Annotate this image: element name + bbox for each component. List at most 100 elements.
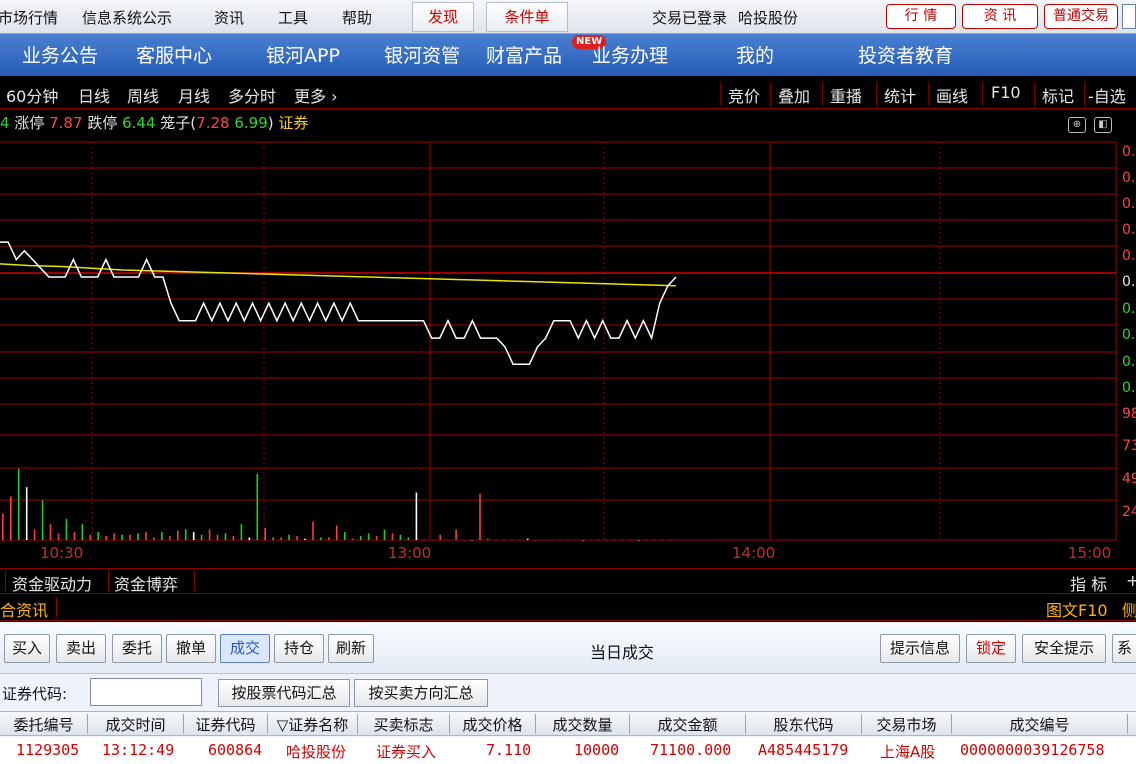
nav-wealth-products[interactable]: 财富产品	[486, 41, 562, 68]
tool-replay[interactable]: 重播	[830, 83, 862, 107]
tab-add[interactable]: +	[1126, 571, 1136, 590]
tool-mark[interactable]: 标记	[1042, 83, 1074, 107]
price-axis-label: 0.	[1122, 380, 1135, 396]
nav-business[interactable]: 业务办理	[592, 41, 668, 68]
volume-bar	[359, 536, 362, 540]
group-by-side-button[interactable]: 按买卖方向汇总	[354, 679, 488, 707]
nav-asset-mgmt[interactable]: 银河资管	[384, 41, 460, 68]
menu-news[interactable]: 资讯	[214, 7, 244, 28]
menu-help[interactable]: 帮助	[342, 7, 372, 28]
column-header[interactable]: 交易市场	[862, 714, 952, 734]
refresh-button[interactable]: 刷新	[328, 634, 374, 663]
volume-bar	[598, 540, 601, 541]
order-button[interactable]: 委托	[112, 634, 162, 663]
nav-mine[interactable]: 我的	[736, 41, 774, 68]
column-header[interactable]: 股东代码	[746, 714, 862, 734]
overflow-chip[interactable]	[1122, 4, 1136, 29]
cancel-order-button[interactable]: 撤单	[166, 634, 216, 663]
deals-button[interactable]: 成交	[220, 634, 270, 663]
volume-bar	[558, 540, 561, 541]
volume-bar	[344, 532, 346, 540]
volume-bar	[534, 540, 537, 541]
column-header[interactable]: 成交编号	[952, 714, 1128, 734]
panel-toggle-icon[interactable]: ◧	[1094, 117, 1112, 133]
price-axis-label: 0.	[1122, 274, 1135, 290]
tool-overlay[interactable]: 叠加	[778, 83, 810, 107]
price-axis-label: 0.	[1122, 301, 1135, 317]
column-header[interactable]: 买卖标志	[358, 714, 450, 734]
nav-customer-service[interactable]: 客服中心	[136, 41, 212, 68]
discover-button[interactable]: 发现	[412, 2, 474, 32]
system-button[interactable]: 系	[1112, 634, 1136, 663]
tool-draw-line[interactable]: 画线	[936, 83, 968, 107]
cell-name: 哈投股份	[286, 743, 347, 761]
menu-market[interactable]: 市场行情	[0, 7, 58, 28]
column-header[interactable]: 成交时间	[88, 714, 184, 734]
lock-button[interactable]: 锁定	[966, 634, 1016, 663]
column-header-sorted[interactable]: ▽证券名称	[268, 714, 358, 734]
volume-bar	[320, 537, 322, 540]
cell-qty: 10000	[574, 741, 620, 759]
volume-bar	[296, 536, 298, 540]
tool-f10[interactable]: F10	[991, 83, 1021, 102]
volume-bar	[463, 540, 465, 541]
nav-galaxy-app[interactable]: 银河APP	[266, 41, 340, 68]
news-chip[interactable]: 资 讯	[962, 4, 1038, 29]
sell-button[interactable]: 卖出	[56, 634, 106, 663]
price-limit-info: 4 涨停 7.87 跌停 6.44 笼子(7.28 6.99) 证券	[0, 112, 308, 136]
volume-bar	[25, 487, 28, 540]
menu-info-disclosure[interactable]: 信息系统公示	[82, 7, 172, 28]
positions-button[interactable]: 持仓	[274, 634, 324, 663]
volume-bar	[407, 537, 410, 540]
trade-toolbar: 买入 卖出 委托 撤单 成交 持仓 刷新 当日成交 提示信息 锁定 安全提示 系	[0, 622, 1136, 674]
period-multi-day[interactable]: 多分时	[228, 83, 276, 107]
tool-auction[interactable]: 竞价	[728, 83, 760, 107]
volume-bar	[439, 534, 441, 540]
table-row[interactable]: 1129305 13:12:49 600864 哈投股份 证券买入 7.110 …	[0, 737, 1136, 764]
volume-bar	[49, 524, 52, 540]
time-axis-label: 13:00	[388, 544, 431, 562]
period-60min[interactable]: 60分钟	[6, 83, 58, 107]
nav-investor-education[interactable]: 投资者教育	[858, 41, 953, 68]
news-side[interactable]: 侧	[1122, 597, 1136, 621]
group-by-code-button[interactable]: 按股票代码汇总	[218, 679, 350, 707]
tab-fund-drive[interactable]: 资金驱动力	[12, 571, 92, 595]
volume-bar	[256, 474, 259, 540]
period-monthly[interactable]: 月线	[178, 83, 210, 107]
volume-bar	[447, 540, 449, 541]
column-header[interactable]: 成交数量	[536, 714, 630, 734]
security-code-input[interactable]	[90, 678, 202, 706]
tab-fund-game[interactable]: 资金博弈	[114, 571, 178, 595]
period-more[interactable]: 更多 ›	[294, 83, 338, 107]
column-header[interactable]: 委托编号	[0, 714, 88, 734]
volume-bar	[177, 530, 179, 540]
toolbar-divider	[720, 82, 721, 106]
news-f10[interactable]: 图文F10	[1046, 597, 1108, 621]
column-header[interactable]: 成交价格	[450, 714, 536, 734]
conditional-order-button[interactable]: 条件单	[486, 2, 568, 32]
volume-bar	[455, 529, 457, 540]
tool-statistics[interactable]: 统计	[884, 83, 916, 107]
quote-chip[interactable]: 行 情	[886, 4, 956, 29]
tool-add-watchlist[interactable]: -自选	[1088, 83, 1126, 107]
volume-bar	[542, 540, 545, 541]
normal-trade-chip[interactable]: 普通交易	[1044, 4, 1118, 29]
period-weekly[interactable]: 周线	[127, 83, 159, 107]
nav-announcements[interactable]: 业务公告	[22, 41, 98, 68]
menu-tools[interactable]: 工具	[278, 7, 308, 28]
column-header[interactable]: 成交金额	[630, 714, 746, 734]
tab-indicator[interactable]: 指 标	[1070, 571, 1107, 595]
security-tips-button[interactable]: 安全提示	[1022, 634, 1106, 663]
expand-icon[interactable]: ⊕	[1068, 117, 1086, 133]
column-header[interactable]: 证券代码	[184, 714, 268, 734]
news-combined[interactable]: 合资讯	[0, 597, 48, 621]
buy-button[interactable]: 买入	[4, 634, 50, 663]
period-daily[interactable]: 日线	[78, 83, 110, 107]
indicator-tab-strip: 资金驱动力 资金博弈 指 标 +	[0, 568, 1136, 594]
volume-bar	[550, 540, 553, 541]
volume-bar	[240, 524, 243, 540]
alert-info-button[interactable]: 提示信息	[880, 634, 960, 663]
cage-low: 7.28	[196, 114, 230, 132]
chart-grid	[0, 141, 1117, 541]
code-label: 证券代码:	[2, 685, 68, 703]
